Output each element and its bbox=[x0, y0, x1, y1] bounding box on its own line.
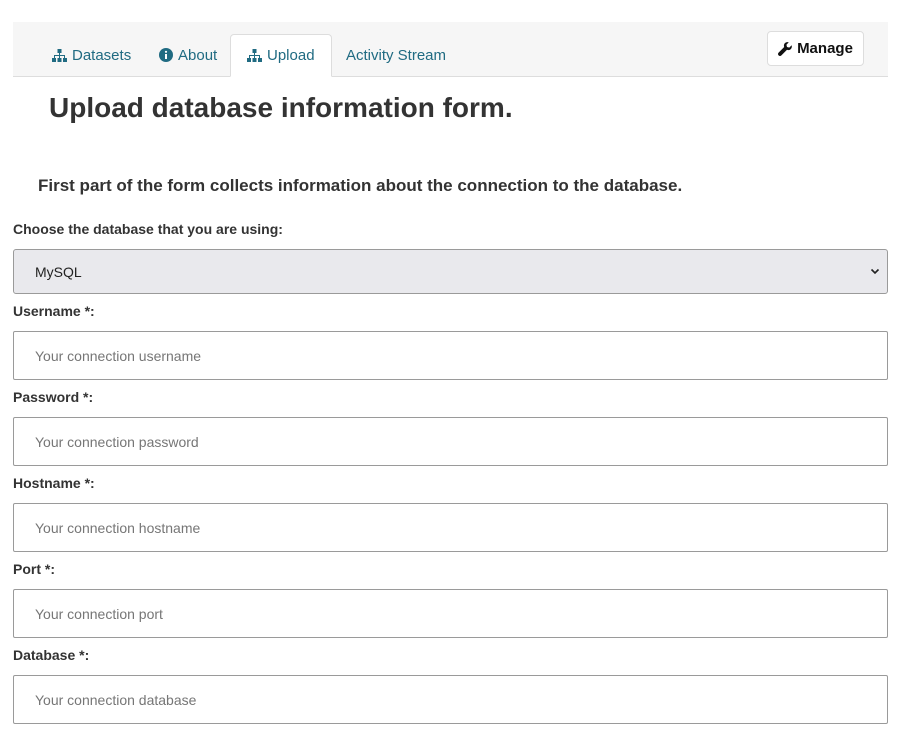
tab-activity-stream[interactable]: Activity Stream bbox=[346, 34, 446, 76]
tab-datasets-label: Datasets bbox=[72, 46, 132, 64]
database-type-select[interactable]: MySQL bbox=[13, 249, 888, 294]
chevron-down-icon bbox=[869, 265, 881, 277]
form-subtitle: First part of the form collects informat… bbox=[38, 176, 683, 195]
password-input[interactable] bbox=[13, 417, 888, 466]
page: Datasets About Upload Activity Stream Ma… bbox=[0, 0, 900, 733]
database-type-label: Choose the database that you are using: bbox=[13, 221, 283, 237]
tab-upload-label: Upload bbox=[267, 47, 315, 64]
manage-button-label: Manage bbox=[797, 40, 853, 57]
hostname-input[interactable] bbox=[13, 503, 888, 552]
tab-upload[interactable]: Upload bbox=[230, 34, 332, 77]
tab-about[interactable]: About bbox=[159, 34, 217, 76]
tab-about-label: About bbox=[178, 46, 218, 64]
sitemap-icon bbox=[247, 49, 262, 62]
password-label: Password *: bbox=[13, 389, 94, 405]
manage-button[interactable]: Manage bbox=[767, 31, 864, 66]
sitemap-icon bbox=[52, 48, 67, 62]
tab-bar: Datasets About Upload Activity Stream bbox=[13, 22, 888, 77]
wrench-icon bbox=[778, 41, 792, 56]
page-title: Upload database information form. bbox=[49, 92, 513, 123]
info-circle-icon bbox=[159, 48, 173, 62]
tab-datasets[interactable]: Datasets bbox=[52, 34, 131, 76]
port-label: Port *: bbox=[13, 561, 55, 577]
hostname-label: Hostname *: bbox=[13, 475, 95, 491]
database-type-selected: MySQL bbox=[35, 263, 82, 280]
database-name-input[interactable] bbox=[13, 675, 888, 724]
port-input[interactable] bbox=[13, 589, 888, 638]
database-name-label: Database *: bbox=[13, 647, 90, 663]
username-label: Username *: bbox=[13, 303, 95, 319]
tab-activity-stream-label: Activity Stream bbox=[346, 46, 447, 64]
username-input[interactable] bbox=[13, 331, 888, 380]
